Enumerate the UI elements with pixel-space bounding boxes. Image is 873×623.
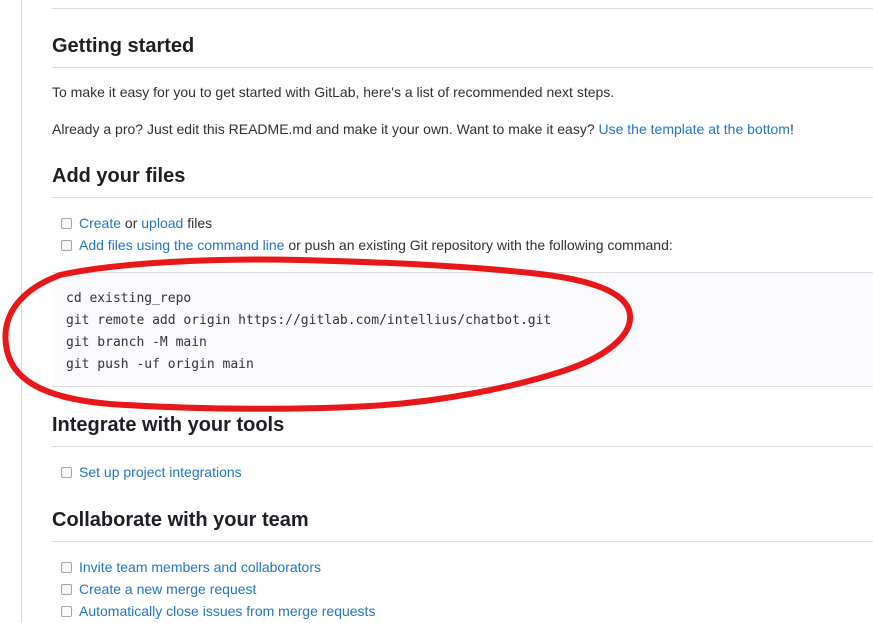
pro-text: Already a pro? Just edit this README.md … (52, 120, 794, 138)
code-line: git branch -M main (66, 335, 207, 350)
left-border (21, 0, 22, 623)
merge-request-link[interactable]: Create a new merge request (79, 578, 256, 600)
command-line-link[interactable]: Add files using the command line (79, 234, 284, 256)
intro-text: To make it easy for you to get started w… (52, 84, 615, 100)
task-checkbox[interactable] (61, 561, 72, 573)
list-item: Automatically close issues from merge re… (61, 600, 375, 622)
git-command-code-block[interactable]: cd existing_repo git remote add origin h… (52, 272, 873, 387)
list-item: Create a new merge request (61, 578, 375, 600)
task-text: files (183, 215, 213, 231)
code-line: cd existing_repo (66, 291, 192, 306)
heading-getting-started: Getting started (52, 34, 873, 68)
task-checkbox[interactable] (61, 217, 72, 229)
task-checkbox[interactable] (61, 605, 72, 617)
list-item: Set up project integrations (61, 461, 242, 483)
list-item: Create or upload files (61, 212, 673, 234)
heading-integrate-tools: Integrate with your tools (52, 413, 873, 447)
create-link[interactable]: Create (79, 212, 121, 234)
add-files-task-list: Create or upload files Add files using t… (61, 212, 673, 256)
task-text: or (121, 215, 142, 231)
list-item: Invite team members and collaborators (61, 556, 375, 578)
task-text: or push an existing Git repository with … (284, 237, 673, 253)
readme-content: Getting started To make it easy for you … (52, 0, 873, 623)
code-line: git remote add origin https://gitlab.com… (66, 313, 552, 328)
heading-add-your-files: Add your files (52, 164, 873, 198)
heading-collaborate-team: Collaborate with your team (52, 508, 873, 542)
pro-text-body: Already a pro? Just edit this README.md … (52, 121, 599, 137)
pro-text-suffix: ! (789, 121, 794, 137)
auto-close-issues-link[interactable]: Automatically close issues from merge re… (79, 600, 375, 622)
code-line: git push -uf origin main (66, 357, 254, 372)
invite-members-link[interactable]: Invite team members and collaborators (79, 556, 321, 578)
task-checkbox[interactable] (61, 466, 72, 478)
project-integrations-link[interactable]: Set up project integrations (79, 461, 242, 483)
list-item: Add files using the command line or push… (61, 234, 673, 256)
collaborate-task-list: Invite team members and collaborators Cr… (61, 556, 375, 622)
upload-link[interactable]: upload (141, 212, 183, 234)
task-checkbox[interactable] (61, 583, 72, 595)
integrate-task-list: Set up project integrations (61, 461, 242, 483)
use-template-link[interactable]: Use the template at the bottom (599, 121, 790, 137)
task-checkbox[interactable] (61, 239, 72, 251)
